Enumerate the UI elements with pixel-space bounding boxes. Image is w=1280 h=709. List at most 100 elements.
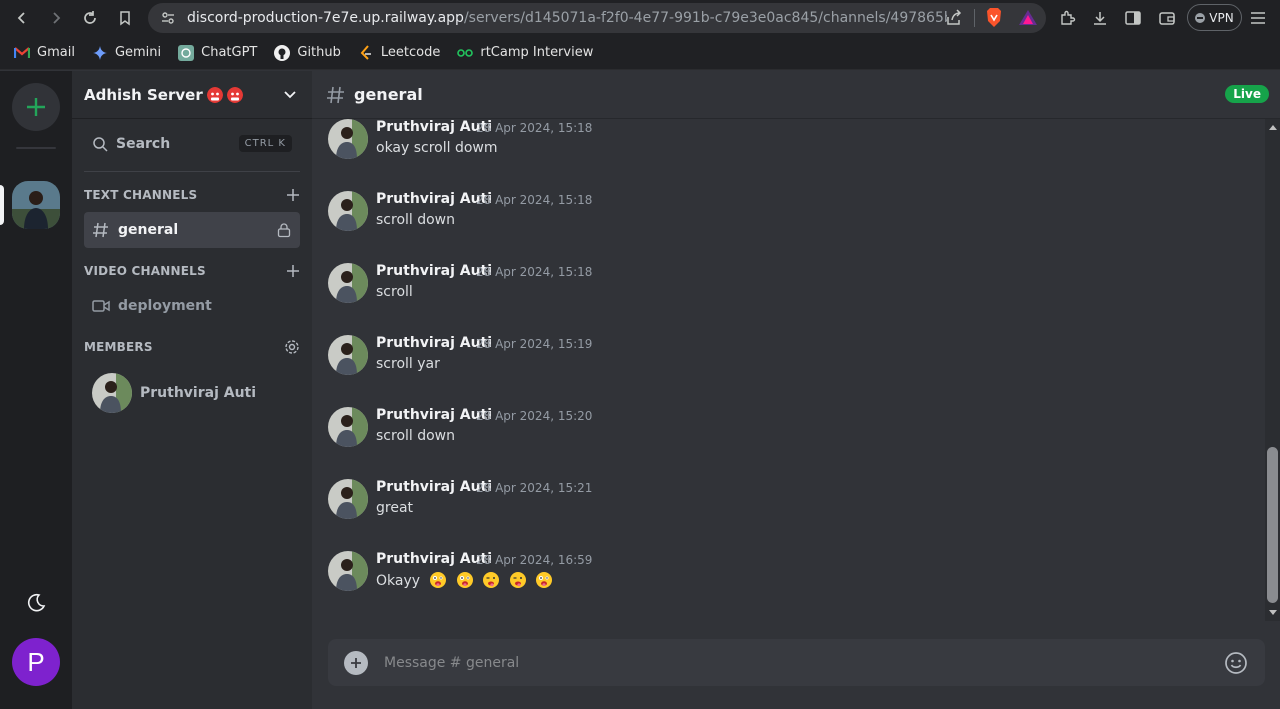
add-video-channel-plus-icon[interactable] — [286, 264, 300, 278]
chatgpt-icon — [178, 44, 195, 61]
message-timestamp: 28 Apr 2024, 15:21 — [476, 481, 593, 495]
user-avatar[interactable]: P — [12, 638, 60, 686]
bookmark-rtcamp[interactable]: rtCamp Interview — [457, 45, 593, 61]
author-avatar[interactable] — [328, 119, 368, 159]
member-item[interactable]: Pruthviraj Auti — [92, 373, 292, 413]
author-avatar[interactable] — [328, 335, 368, 375]
message-item[interactable]: Pruthviraj Auti 28 Apr 2024, 15:20 scrol… — [328, 407, 1228, 467]
share-icon[interactable] — [944, 8, 964, 28]
message-item[interactable]: Pruthviraj Auti 28 Apr 2024, 15:18 okay … — [328, 119, 1228, 179]
message-author[interactable]: Pruthviraj Auti — [376, 119, 492, 135]
bookmark-github[interactable]: Github — [274, 44, 341, 61]
back-button[interactable] — [10, 6, 34, 30]
reload-button[interactable] — [78, 6, 102, 30]
site-settings-icon[interactable] — [160, 10, 176, 26]
crazy-face-emoji-icon — [536, 572, 553, 588]
search-button[interactable]: Search CTRL K — [84, 129, 298, 159]
author-avatar[interactable] — [328, 263, 368, 303]
author-avatar[interactable] — [328, 191, 368, 231]
channel-item-general[interactable]: general — [84, 212, 300, 248]
vpn-button[interactable]: VPN — [1187, 4, 1242, 31]
bookmark-leetcode[interactable]: Leetcode — [358, 44, 441, 61]
forward-button[interactable] — [44, 6, 68, 30]
message-author[interactable]: Pruthviraj Auti — [376, 407, 492, 423]
add-text-channel-plus-icon[interactable] — [286, 188, 300, 202]
address-bar[interactable]: discord-production-7e7e.up.railway.app/s… — [148, 3, 1046, 33]
bookmark-gmail[interactable]: Gmail — [14, 45, 75, 61]
bookmark-button[interactable] — [113, 6, 137, 30]
bookmark-label: ChatGPT — [201, 45, 258, 60]
winking-tongue-emoji-icon — [509, 572, 526, 588]
message-item[interactable]: Pruthviraj Auti 28 Apr 2024, 15:18 scrol… — [328, 263, 1228, 323]
sidebar-panel-icon — [1125, 11, 1141, 25]
member-name: Pruthviraj Auti — [140, 385, 257, 401]
forward-arrow-icon — [53, 12, 61, 24]
back-arrow-icon — [17, 12, 25, 24]
url-host: discord-production-7e7e.up.railway.app — [187, 10, 464, 26]
emoji-picker-icon[interactable] — [1224, 651, 1248, 675]
message-item[interactable]: Pruthviraj Auti 28 Apr 2024, 15:21 great — [328, 479, 1228, 539]
member-avatar — [92, 373, 132, 413]
live-status-badge: Live — [1225, 85, 1269, 103]
server-rail: P — [0, 71, 72, 709]
sidebar-toggle-button[interactable] — [1121, 6, 1145, 30]
brave-rewards-icon[interactable] — [1018, 8, 1038, 28]
message-author[interactable]: Pruthviraj Auti — [376, 335, 492, 351]
bookmark-chatgpt[interactable]: ChatGPT — [178, 44, 258, 61]
message-author[interactable]: Pruthviraj Auti — [376, 263, 492, 279]
message-text: scroll down — [376, 212, 456, 228]
gmail-icon — [14, 45, 30, 61]
scrollbar-thumb[interactable] — [1267, 447, 1278, 603]
channel-item-deployment[interactable]: deployment — [84, 288, 300, 324]
bookmark-gemini[interactable]: Gemini — [92, 45, 161, 61]
server-photo-icon — [12, 181, 60, 229]
author-avatar[interactable] — [328, 479, 368, 519]
browser-menu-button[interactable] — [1246, 6, 1270, 30]
scroll-up-arrow-icon[interactable] — [1269, 125, 1277, 130]
section-title: MEMBERS — [84, 340, 153, 354]
chat-header: general Live — [312, 71, 1280, 119]
attach-button[interactable] — [344, 651, 368, 675]
plus-icon — [351, 658, 361, 668]
create-server-button[interactable] — [12, 83, 60, 131]
bookmark-label: Gmail — [37, 45, 75, 60]
author-avatar[interactable] — [328, 407, 368, 447]
wallet-button[interactable] — [1155, 6, 1179, 30]
message-author[interactable]: Pruthviraj Auti — [376, 479, 492, 495]
message-item[interactable]: Pruthviraj Auti 28 Apr 2024, 16:59 Okayy — [328, 551, 1228, 611]
chevron-down-icon[interactable] — [282, 87, 298, 103]
author-avatar[interactable] — [328, 551, 368, 591]
gear-icon[interactable] — [284, 339, 300, 355]
bookmark-icon — [120, 11, 130, 26]
downloads-button[interactable] — [1088, 6, 1112, 30]
bookmark-label: Leetcode — [380, 45, 441, 60]
extensions-button[interactable] — [1056, 6, 1080, 30]
scroll-down-arrow-icon[interactable] — [1269, 610, 1277, 615]
message-text: scroll — [376, 284, 413, 300]
message-timestamp: 28 Apr 2024, 15:19 — [476, 337, 593, 351]
sidebar-divider — [84, 171, 300, 172]
message-text: Okayy — [376, 573, 421, 589]
message-item[interactable]: Pruthviraj Auti 28 Apr 2024, 15:19 scrol… — [328, 335, 1228, 395]
section-title: VIDEO CHANNELS — [84, 264, 206, 278]
channel-label: deployment — [118, 298, 212, 314]
url-text[interactable]: discord-production-7e7e.up.railway.app/s… — [187, 10, 947, 26]
hashtag-icon — [327, 86, 344, 103]
winking-tongue-emoji-icon — [483, 572, 500, 588]
server-header[interactable]: Adhish Server — [72, 71, 312, 119]
server-name: Adhish Server — [84, 85, 203, 104]
angry-face-emoji-icon — [226, 86, 243, 103]
brave-shields-icon[interactable] — [984, 7, 1004, 29]
video-channels-header: VIDEO CHANNELS — [84, 261, 300, 281]
theme-toggle-button[interactable] — [24, 591, 48, 615]
vpn-status-icon — [1195, 12, 1206, 23]
message-scrollbar[interactable] — [1265, 119, 1280, 621]
message-timestamp: 28 Apr 2024, 15:18 — [476, 193, 593, 207]
message-timestamp: 28 Apr 2024, 15:18 — [476, 121, 593, 135]
message-item[interactable]: Pruthviraj Auti 28 Apr 2024, 15:18 scrol… — [328, 191, 1228, 251]
message-input[interactable] — [384, 639, 1204, 686]
browser-toolbar: discord-production-7e7e.up.railway.app/s… — [0, 0, 1280, 36]
message-author[interactable]: Pruthviraj Auti — [376, 191, 492, 207]
message-author[interactable]: Pruthviraj Auti — [376, 551, 492, 567]
server-icon-adhish[interactable] — [12, 181, 60, 229]
